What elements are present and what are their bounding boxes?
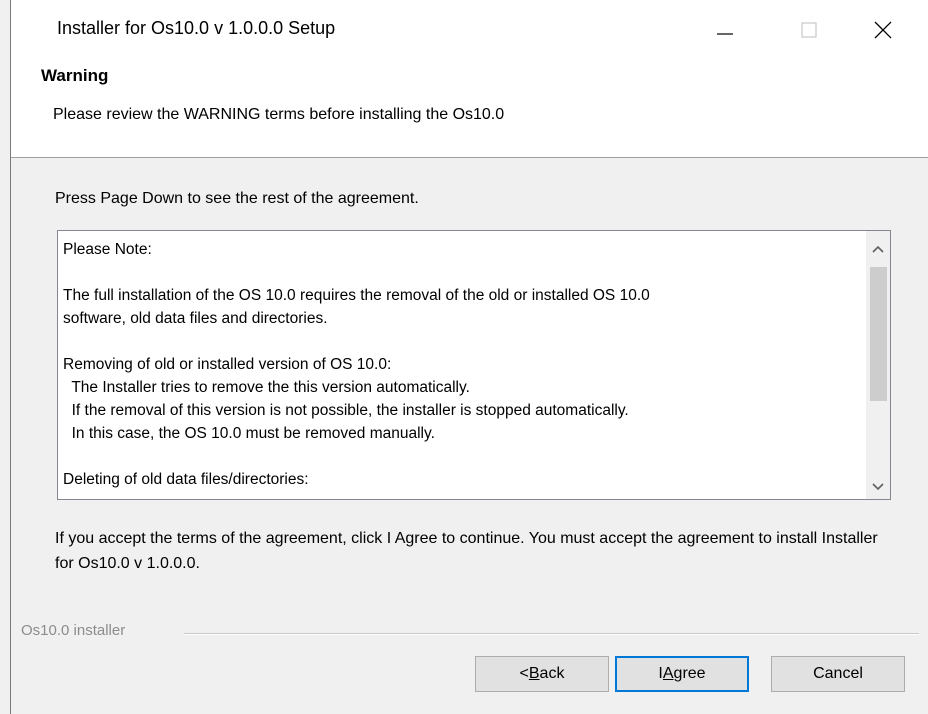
license-line: The full installation of the OS 10.0 req… xyxy=(63,287,650,304)
close-icon xyxy=(874,21,892,39)
agree-button-rest: gree xyxy=(673,665,706,682)
installer-window: Installer for Os10.0 v 1.0.0.0 Setup War… xyxy=(10,0,928,714)
license-line: In this case, the OS 10.0 must be remove… xyxy=(63,425,435,442)
license-line xyxy=(63,445,853,468)
back-button-mnemonic: B xyxy=(528,665,540,682)
maximize-icon xyxy=(801,22,817,38)
back-button-prefix: < xyxy=(519,665,529,682)
license-textbox[interactable]: Please Note: The full installation of th… xyxy=(57,230,891,500)
license-line: Deleting of old data files/directories: xyxy=(63,471,309,488)
cancel-button[interactable]: Cancel xyxy=(771,656,905,692)
page-subtitle: Please review the WARNING terms before i… xyxy=(53,106,505,123)
license-line: Removing of old or installed version of … xyxy=(63,356,392,373)
license-scrollbar[interactable] xyxy=(866,231,890,499)
chevron-up-icon xyxy=(872,245,884,253)
instruction-text: Press Page Down to see the rest of the a… xyxy=(55,190,419,207)
license-text[interactable]: Please Note: The full installation of th… xyxy=(63,238,853,499)
maximize-button[interactable] xyxy=(779,8,839,52)
agree-button[interactable]: I Agree xyxy=(615,656,749,692)
license-line: software, old data files and directories… xyxy=(63,310,328,327)
agree-button-mnemonic: A xyxy=(662,665,674,682)
license-line: If the removal of this version is not po… xyxy=(63,402,629,419)
back-button[interactable]: < Back xyxy=(475,656,609,692)
branding-text: Os10.0 installer xyxy=(21,622,126,639)
page-title: Warning xyxy=(41,66,109,85)
close-button[interactable] xyxy=(853,8,913,52)
license-line xyxy=(63,261,853,284)
minimize-icon xyxy=(717,33,733,35)
branding-divider xyxy=(184,633,919,635)
license-line: Please Note: xyxy=(63,241,152,258)
window-title: Installer for Os10.0 v 1.0.0.0 Setup xyxy=(57,18,336,38)
page-header: Warning Please review the WARNING terms … xyxy=(11,58,928,158)
scroll-thumb[interactable] xyxy=(870,267,887,401)
title-bar[interactable]: Installer for Os10.0 v 1.0.0.0 Setup xyxy=(11,0,928,58)
chevron-down-icon xyxy=(872,483,884,491)
license-line xyxy=(63,330,853,353)
back-button-rest: ack xyxy=(539,665,565,682)
minimize-button[interactable] xyxy=(695,8,755,52)
license-line: The Installer tries to remove the this v… xyxy=(63,379,470,396)
accept-instructions: If you accept the terms of the agreement… xyxy=(55,530,878,572)
scroll-down-button[interactable] xyxy=(866,475,890,499)
scroll-up-button[interactable] xyxy=(866,237,890,261)
